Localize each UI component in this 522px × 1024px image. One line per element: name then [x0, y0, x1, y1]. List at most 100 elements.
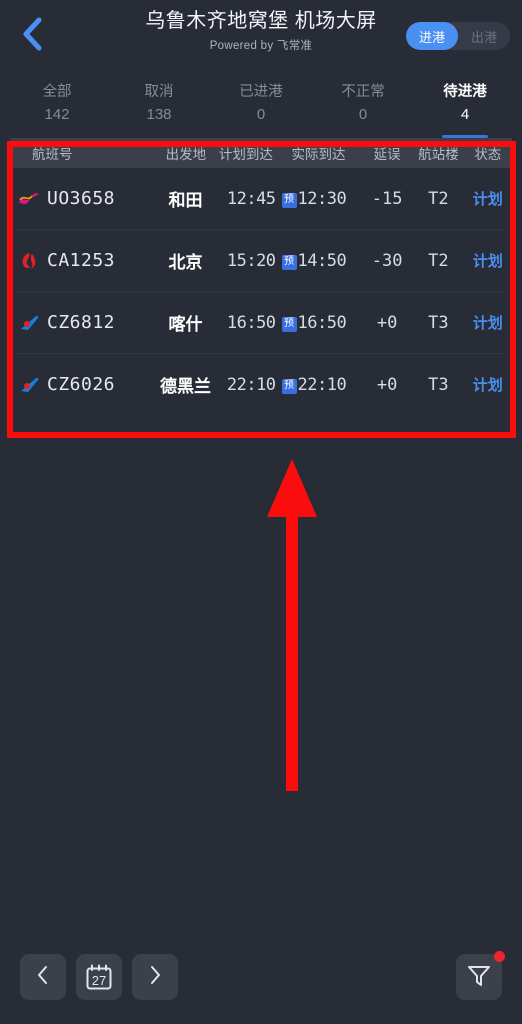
estimated-badge: 预 [281, 192, 297, 208]
table-row[interactable]: UO3658 和田 12:45 预 12:30 -15 T2 计划 [10, 168, 512, 229]
stat-value: 142 [44, 106, 70, 123]
cell-delay: +0 [361, 313, 413, 333]
flight-table: 航班号 出发地 计划到达 实际到达 延误 航站楼 状态 UO3658 和田 12… [10, 138, 512, 415]
column-header-status: 状态 [474, 147, 502, 162]
estimated-badge: 预 [281, 378, 297, 394]
cell-delay: -30 [361, 251, 413, 271]
top-bar: 乌鲁木齐地窝堡 机场大屏 Powered by 飞常准 进港 出港 [0, 0, 522, 70]
origin-city: 北京 [168, 253, 203, 272]
stat-tab-pending-arrival[interactable]: 待进港 4 [414, 70, 516, 138]
table-row[interactable]: CZ6026 德黑兰 22:10 预 22:10 +0 T3 计划 [10, 354, 512, 415]
estimated-badge: 预 [281, 316, 297, 332]
back-button[interactable] [10, 12, 54, 56]
cell-scheduled-arrival: 16:50 [216, 313, 276, 333]
stat-tab-all[interactable]: 全部 142 [6, 70, 108, 138]
actual-arrival-time: 16:50 [297, 312, 347, 333]
cell-terminal: T2 [413, 251, 463, 271]
cell-flight-no: UO3658 [10, 188, 155, 209]
actual-arrival-time: 22:10 [297, 374, 347, 395]
chevron-right-icon [146, 964, 164, 991]
column-header-delay: 延误 [373, 147, 401, 162]
air-china-logo [18, 251, 40, 271]
cell-status: 计划 [464, 312, 512, 333]
cell-scheduled-arrival: 12:45 [216, 189, 276, 209]
previous-day-button[interactable] [20, 954, 66, 1000]
stat-label: 全部 [42, 84, 72, 100]
airport-board-screen: 乌鲁木齐地窝堡 机场大屏 Powered by 飞常准 进港 出港 全部 142… [0, 0, 522, 1024]
cell-actual-arrival: 预 12:30 [276, 189, 361, 209]
table-row[interactable]: CZ6812 喀什 16:50 预 16:50 +0 T3 计划 [10, 292, 512, 353]
scheduled-arrival-time: 15:20 [226, 250, 276, 271]
delay-minutes: -30 [371, 250, 403, 271]
status-tabs: 全部 142 取消 138 已进港 0 不正常 0 待进港 4 [0, 70, 522, 138]
cell-terminal: T3 [413, 375, 463, 395]
flight-number: UO3658 [47, 188, 116, 209]
delay-minutes: +0 [376, 312, 398, 333]
filter-button[interactable] [456, 951, 505, 1000]
scheduled-arrival-time: 12:45 [226, 188, 276, 209]
filter-badge-dot [494, 951, 505, 962]
column-header-scheduled-arrival: 计划到达 [218, 147, 273, 162]
table-row[interactable]: CA1253 北京 15:20 预 14:50 -30 T2 计划 [10, 230, 512, 291]
cell-origin: 和田 [155, 186, 215, 211]
cell-actual-arrival: 预 16:50 [276, 313, 361, 333]
flight-number: CZ6812 [47, 312, 116, 333]
stat-tab-arrived[interactable]: 已进港 0 [210, 70, 312, 138]
cell-delay: +0 [361, 375, 413, 395]
origin-city: 德黑兰 [160, 377, 211, 396]
calendar-button[interactable]: 27 [76, 954, 122, 1000]
estimated-badge: 预 [281, 254, 297, 270]
status-badge: 计划 [472, 191, 503, 208]
stat-tab-cancelled[interactable]: 取消 138 [108, 70, 210, 138]
cell-flight-no: CZ6812 [10, 312, 155, 333]
scheduled-arrival-time: 16:50 [226, 312, 276, 333]
stat-value: 138 [146, 106, 172, 123]
cell-terminal: T2 [413, 189, 463, 209]
stat-label: 待进港 [443, 84, 487, 100]
stat-tab-abnormal[interactable]: 不正常 0 [312, 70, 414, 138]
cell-delay: -15 [361, 189, 413, 209]
cell-origin: 德黑兰 [155, 372, 215, 397]
stat-value: 0 [256, 106, 266, 123]
next-day-button[interactable] [132, 954, 178, 1000]
bottom-toolbar: 27 [0, 930, 522, 1024]
cell-actual-arrival: 预 22:10 [276, 375, 361, 395]
stat-value: 0 [358, 106, 368, 123]
cell-status: 计划 [464, 250, 512, 271]
calendar-icon: 27 [84, 962, 114, 992]
terminal-name: T3 [428, 312, 449, 333]
cell-actual-arrival: 预 14:50 [276, 251, 361, 271]
column-header-actual-arrival: 实际到达 [291, 147, 346, 162]
cell-origin: 北京 [155, 248, 215, 273]
delay-minutes: +0 [376, 374, 398, 395]
status-badge: 计划 [472, 253, 503, 270]
column-header-terminal: 航站楼 [418, 147, 459, 162]
cell-status: 计划 [464, 374, 512, 395]
flight-number: CZ6026 [47, 374, 116, 395]
terminal-name: T3 [428, 374, 449, 395]
segment-departure[interactable]: 出港 [458, 22, 510, 50]
cell-status: 计划 [464, 188, 512, 209]
cell-flight-no: CA1253 [10, 250, 155, 271]
cell-terminal: T3 [413, 313, 463, 333]
flight-number: CA1253 [47, 250, 116, 271]
stat-label: 已进港 [239, 84, 283, 100]
segment-arrival[interactable]: 进港 [405, 22, 458, 50]
table-header-row: 航班号 出发地 计划到达 实际到达 延误 航站楼 状态 [10, 138, 512, 168]
cell-scheduled-arrival: 15:20 [216, 251, 276, 271]
cell-flight-no: CZ6026 [10, 374, 155, 395]
direction-segmented-control[interactable]: 进港 出港 [405, 22, 510, 50]
stat-label: 取消 [144, 84, 174, 100]
status-badge: 计划 [472, 377, 503, 394]
origin-city: 和田 [168, 191, 203, 210]
scheduled-arrival-time: 22:10 [226, 374, 276, 395]
calendar-day-number: 27 [91, 973, 107, 988]
status-badge: 计划 [472, 315, 503, 332]
stat-value: 4 [460, 106, 470, 123]
terminal-name: T2 [428, 188, 449, 209]
terminal-name: T2 [428, 250, 449, 271]
annotation-arrow-up [262, 455, 322, 795]
column-header-flight-no: 航班号 [32, 147, 73, 162]
hongkong-express-logo [18, 189, 40, 209]
chevron-left-icon [21, 17, 43, 51]
